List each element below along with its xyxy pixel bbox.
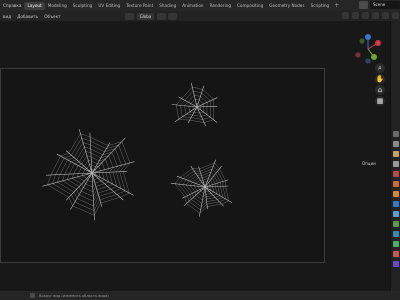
- material-tab-icon[interactable]: [393, 251, 399, 257]
- web-right: [170, 159, 232, 217]
- menu-help[interactable]: Справка: [0, 3, 24, 8]
- gizmo-neg-y-icon[interactable]: [359, 38, 365, 44]
- world-tab-icon[interactable]: [393, 181, 399, 187]
- properties-tab-strip: [390, 21, 400, 291]
- web-strand: [204, 166, 222, 188]
- gizmo-neg-z-icon[interactable]: [365, 58, 371, 64]
- gizmo-neg-x-icon[interactable]: [355, 52, 361, 58]
- modifier-tab-icon[interactable]: [393, 201, 399, 207]
- tab-scripting[interactable]: Scripting: [308, 2, 333, 10]
- grid-icon[interactable]: ▦: [375, 96, 385, 106]
- tab-texture-paint[interactable]: Texture Paint: [123, 2, 156, 10]
- constraints-tab-icon[interactable]: [393, 231, 399, 237]
- mouse-button-icon: [30, 293, 35, 298]
- menu-view[interactable]: вид: [0, 14, 14, 19]
- data-tab-icon[interactable]: [393, 241, 399, 247]
- options-label[interactable]: Опции: [362, 161, 376, 166]
- web-strand: [190, 166, 206, 188]
- tool-tab-icon[interactable]: [393, 131, 399, 137]
- xray-icon[interactable]: [352, 12, 359, 19]
- snap-icon[interactable]: [157, 12, 167, 20]
- camera-icon[interactable]: ⌂: [375, 85, 385, 95]
- tab-shading[interactable]: Shading: [156, 2, 179, 10]
- viewport-header: вид Добавить Объект Globa: [0, 11, 400, 21]
- menu-add[interactable]: Добавить: [14, 14, 41, 19]
- navigation-gizmo[interactable]: [350, 31, 386, 67]
- transform-orientation-dropdown[interactable]: Globa: [136, 12, 155, 20]
- shading-buttons: [341, 12, 400, 19]
- tab-modeling[interactable]: Modeling: [45, 2, 70, 10]
- web-left: [42, 129, 135, 221]
- render-tab-icon[interactable]: [393, 141, 399, 147]
- tab-uv-editing[interactable]: UV Editing: [95, 2, 123, 10]
- web-strand: [204, 159, 216, 188]
- tab-rendering[interactable]: Rendering: [207, 2, 234, 10]
- scene-selector: Scene: [359, 1, 400, 9]
- zoom-icon[interactable]: ⌕: [375, 63, 385, 73]
- tab-sculpting[interactable]: Sculpting: [70, 2, 96, 10]
- tab-animation[interactable]: Animation: [179, 2, 206, 10]
- gizmo-y-icon[interactable]: [371, 54, 377, 60]
- tab-geometry-nodes[interactable]: Geometry Nodes: [266, 2, 307, 10]
- status-bar: Вокруг вид (изменить область вида): [0, 291, 400, 300]
- gizmo-x-icon[interactable]: [375, 40, 381, 46]
- spider-webs: [42, 82, 232, 221]
- wireframe-shading-icon[interactable]: [362, 12, 369, 19]
- scene-icon[interactable]: [359, 1, 368, 9]
- overlay-icon[interactable]: [342, 12, 349, 19]
- web-top: [171, 82, 218, 126]
- tab-layout[interactable]: Layout: [24, 1, 45, 10]
- add-workspace-icon[interactable]: +: [334, 2, 339, 9]
- material-shading-icon[interactable]: [382, 12, 389, 19]
- scene-tab-icon[interactable]: [393, 171, 399, 177]
- menu-object[interactable]: Объект: [41, 14, 63, 19]
- top-menu-bar: Справка Layout Modeling Sculpting UV Edi…: [0, 0, 400, 11]
- tab-compositing[interactable]: Compositing: [234, 2, 266, 10]
- pan-hand-icon[interactable]: ✋: [375, 74, 385, 84]
- rendered-shading-icon[interactable]: [392, 12, 399, 19]
- view-layer-tab-icon[interactable]: [393, 161, 399, 167]
- transform-pivot-icon[interactable]: [124, 12, 134, 20]
- scene-name-field[interactable]: Scene: [370, 1, 400, 9]
- physics-tab-icon[interactable]: [393, 221, 399, 227]
- proportional-edit-icon[interactable]: [168, 12, 178, 20]
- particles-tab-icon[interactable]: [393, 211, 399, 217]
- output-tab-icon[interactable]: [393, 151, 399, 157]
- 3d-viewport[interactable]: ⌕ ✋ ⌂ ▦ Опции: [0, 21, 390, 291]
- gizmo-z-icon[interactable]: [365, 34, 371, 40]
- texture-tab-icon[interactable]: [393, 261, 399, 267]
- object-tab-icon[interactable]: [393, 191, 399, 197]
- status-text: Вокруг вид (изменить область вида): [39, 293, 109, 298]
- solid-shading-icon[interactable]: [372, 12, 379, 19]
- web-strand: [182, 186, 206, 199]
